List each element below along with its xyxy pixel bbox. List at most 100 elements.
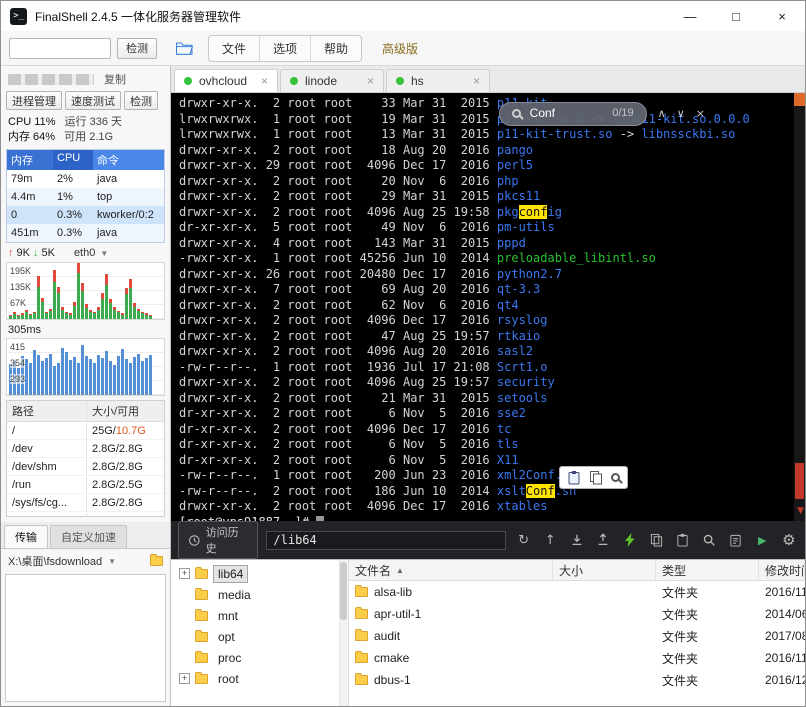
minimize-icon[interactable]: —	[667, 1, 713, 31]
download-icon[interactable]	[567, 531, 586, 550]
transfer-list[interactable]	[5, 574, 166, 702]
process-row[interactable]: 00.3%kworker/0:2	[7, 206, 164, 224]
line-meta: drwxr-xr-x. 4 root root 143 Mar 31 2015	[179, 236, 497, 250]
menu-item[interactable]: 文件	[209, 36, 260, 61]
terminal-line: -rw-r--r--. 1 root root 1936 Jul 17 21:0…	[179, 360, 789, 376]
terminal-scrollbar[interactable]	[794, 93, 805, 521]
folder-icon	[355, 653, 368, 663]
chevron-down-icon[interactable]: ▼	[100, 249, 108, 258]
folder-icon	[355, 587, 368, 597]
close-icon[interactable]: ×	[759, 1, 805, 31]
scrollbar-thumb[interactable]	[340, 562, 347, 620]
tree-item[interactable]: opt	[171, 626, 348, 647]
disk-usage: 583M/583M	[87, 513, 164, 518]
column-header[interactable]: 内存	[7, 150, 53, 170]
file-mtime-cell: 2016/11/05 23	[759, 651, 805, 665]
file-row[interactable]: alsa-lib文件夹2016/11/06 02	[349, 581, 805, 603]
disk-row[interactable]: /25G/10.7G	[7, 422, 164, 440]
close-icon[interactable]: ×	[696, 106, 705, 122]
expand-toggle-icon[interactable]: +	[179, 568, 190, 579]
sidebar-tab[interactable]: 传输	[4, 525, 48, 548]
status-dot	[396, 77, 404, 85]
scroll-down-icon[interactable]: ▼	[797, 504, 804, 520]
file-row[interactable]: apr-util-1文件夹2014/06/10 10	[349, 603, 805, 625]
disk-row[interactable]: /dev2.8G/2.8G	[7, 440, 164, 458]
process-row[interactable]: 4.4m1%top	[7, 188, 164, 206]
chevron-up-icon[interactable]: ∧	[658, 106, 666, 122]
line-meta: drwxr-xr-x. 7 root root 69 Aug 20 2016	[179, 282, 497, 296]
chevron-down-icon[interactable]: ▼	[108, 557, 116, 566]
path-input[interactable]	[266, 531, 506, 550]
folder-icon[interactable]	[150, 556, 163, 566]
column-header[interactable]: CPU	[53, 150, 93, 170]
search-box[interactable]: Conf 0/19	[499, 102, 647, 126]
session-tab[interactable]: linode×	[280, 69, 384, 92]
close-icon[interactable]: ×	[261, 74, 268, 88]
terminal[interactable]: drwxr-xr-x. 2 root root 33 Mar 31 2015 p…	[171, 93, 805, 521]
clock-icon	[188, 534, 201, 547]
session-tab[interactable]: ovhcloud×	[174, 69, 278, 92]
close-icon[interactable]: ×	[473, 74, 480, 88]
session-tab[interactable]: hs×	[386, 69, 490, 92]
upload-icon[interactable]	[594, 531, 613, 550]
search-query[interactable]: Conf	[530, 106, 555, 122]
connection-search-input[interactable]	[9, 38, 111, 59]
tree-item[interactable]: +root	[171, 668, 348, 689]
interface-select[interactable]: eth0	[74, 247, 95, 259]
download-path-row[interactable]: X:\桌面\fsdownload ▼	[1, 549, 170, 573]
disk-row[interactable]: /dev/shm2.8G/2.8G	[7, 458, 164, 476]
file-row[interactable]: dbus-1文件夹2016/12/17 00	[349, 669, 805, 691]
tree-scrollbar[interactable]	[339, 560, 348, 706]
settings-gear-icon[interactable]: ⚙	[780, 531, 799, 550]
expand-toggle-icon[interactable]: +	[179, 673, 190, 684]
menu-item[interactable]: 选项	[260, 36, 311, 61]
play-icon[interactable]: ▶	[753, 531, 772, 550]
clipboard-icon[interactable]	[727, 531, 746, 550]
search-icon[interactable]	[611, 473, 620, 482]
sidebar-tab[interactable]: 自定义加速	[50, 525, 127, 548]
connections-folder-icon[interactable]	[175, 40, 194, 56]
tree-item[interactable]: +lib64	[171, 563, 348, 584]
edition-label[interactable]: 高级版	[382, 40, 418, 57]
paste-icon[interactable]	[673, 531, 692, 550]
close-icon[interactable]: ×	[367, 74, 374, 88]
copy-button[interactable]: 复制	[104, 71, 126, 87]
sidebar-button[interactable]: 进程管理	[6, 91, 62, 110]
history-button[interactable]: 访问历史	[178, 521, 258, 559]
column-header[interactable]: 类型	[656, 560, 759, 580]
tree-item[interactable]: mnt	[171, 605, 348, 626]
sidebar-button[interactable]: 检测	[124, 91, 158, 110]
file-row[interactable]: audit文件夹2017/08/25 19	[349, 625, 805, 647]
paste-icon[interactable]	[567, 470, 581, 485]
column-header[interactable]: 大小	[553, 560, 656, 580]
copy-icon[interactable]	[647, 531, 666, 550]
refresh-icon[interactable]: ↻	[514, 531, 533, 550]
disk-row[interactable]: /sys/fs/cg...2.8G/2.8G	[7, 494, 164, 512]
download-path[interactable]: X:\桌面\fsdownload	[8, 553, 102, 569]
menu-item[interactable]: 帮助	[311, 36, 361, 61]
sidebar-button[interactable]: 速度测试	[65, 91, 121, 110]
copy-icon[interactable]	[589, 470, 603, 485]
column-header[interactable]: 文件名▲	[349, 560, 553, 580]
search-icon[interactable]	[700, 531, 719, 550]
column-header[interactable]: 路径	[7, 401, 87, 421]
tree-item[interactable]: media	[171, 584, 348, 605]
scrollbar-thumb[interactable]	[795, 463, 804, 499]
file-row[interactable]: cmake文件夹2016/11/05 23	[349, 647, 805, 669]
column-header[interactable]: 修改时间	[759, 560, 805, 580]
disk-row[interactable]: /run2.8G/2.5G	[7, 476, 164, 494]
chevron-down-icon[interactable]: ∨	[677, 106, 685, 122]
process-row[interactable]: 451m0.3%java	[7, 224, 164, 242]
file-type-cell: 文件夹	[656, 584, 759, 601]
disk-row[interactable]: /run/user/0...583M/583M	[7, 512, 164, 517]
process-row[interactable]: 79m2%java	[7, 170, 164, 188]
up-directory-icon[interactable]: ↑	[541, 531, 560, 550]
terminal-line: drwxr-xr-x. 29 root root 4096 Dec 17 201…	[179, 158, 789, 174]
tree-item[interactable]: proc	[171, 647, 348, 668]
column-header[interactable]: 命令	[93, 150, 164, 170]
lightning-icon[interactable]	[620, 531, 639, 550]
maximize-icon[interactable]: □	[713, 1, 759, 31]
column-header[interactable]: 大小/可用	[87, 401, 164, 421]
detect-button[interactable]: 检测	[117, 38, 157, 59]
file-name: perl5	[497, 158, 533, 172]
